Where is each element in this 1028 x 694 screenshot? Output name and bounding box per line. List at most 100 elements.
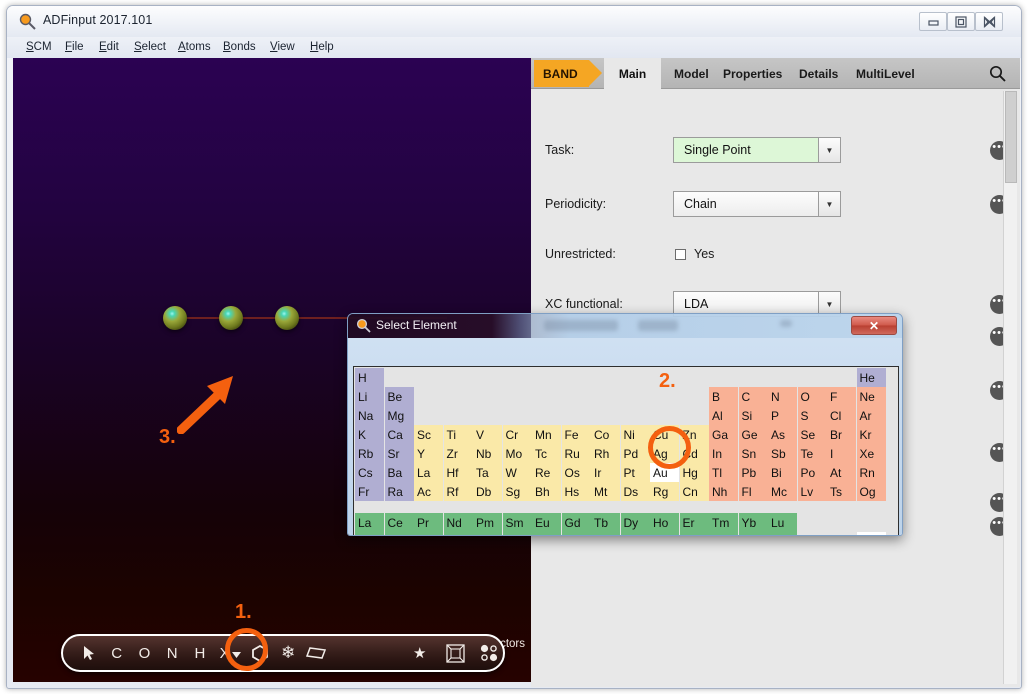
element-cell-i[interactable]: I — [827, 444, 856, 463]
maximize-button[interactable] — [947, 12, 975, 31]
element-cell-eu-f[interactable]: Eu — [532, 513, 561, 532]
element-cell-nh[interactable]: Nh — [709, 482, 738, 501]
minimize-button[interactable] — [919, 12, 947, 31]
element-cell-fr[interactable]: Fr — [355, 482, 384, 501]
element-cell-rh[interactable]: Rh — [591, 444, 620, 463]
element-cell-bh[interactable]: Bh — [532, 482, 561, 501]
element-cell-br[interactable]: Br — [827, 425, 856, 444]
panel-scrollbar-thumb[interactable] — [1005, 91, 1017, 183]
element-cell-be[interactable]: Be — [384, 387, 414, 406]
element-cell-ca[interactable]: Ca — [384, 425, 414, 444]
element-cell-ts[interactable]: Ts — [827, 482, 856, 501]
element-cell-y[interactable]: Y — [414, 444, 443, 463]
element-cell-cn[interactable]: Cn — [679, 482, 709, 501]
element-cell-pm-f[interactable]: Pm — [473, 513, 502, 532]
element-cell-la-f[interactable]: La — [355, 513, 384, 532]
tab-model[interactable]: Model — [674, 58, 709, 89]
element-cell-cm-f[interactable]: Cm — [561, 532, 591, 535]
element-cell-ac[interactable]: Ac — [414, 482, 443, 501]
element-cell-xe[interactable]: Xe — [856, 444, 886, 463]
element-cell-k[interactable]: K — [355, 425, 384, 444]
element-cell-nd-f[interactable]: Nd — [443, 513, 473, 532]
band-badge[interactable]: BAND — [534, 60, 602, 87]
element-cell-ge[interactable]: Ge — [738, 425, 768, 444]
panel-scrollbar[interactable] — [1003, 91, 1017, 684]
element-cell-h[interactable]: H — [355, 368, 384, 387]
element-cell-sm-f[interactable]: Sm — [502, 513, 532, 532]
element-cell-n[interactable]: N — [768, 387, 797, 406]
menu-item-view[interactable]: View — [270, 41, 295, 53]
element-cell-lr-f[interactable]: Lr — [768, 532, 797, 535]
element-cell-as[interactable]: As — [768, 425, 797, 444]
element-cell-ce-f[interactable]: Ce — [384, 513, 414, 532]
element-cell-am-f[interactable]: Am — [532, 532, 561, 535]
element-cell-bi[interactable]: Bi — [768, 463, 797, 482]
element-cell-cs[interactable]: Cs — [355, 463, 384, 482]
element-cell-o[interactable]: O — [797, 387, 827, 406]
element-cell-tc[interactable]: Tc — [532, 444, 561, 463]
element-cell-sr[interactable]: Sr — [384, 444, 414, 463]
element-cell-bk-f[interactable]: Bk — [591, 532, 620, 535]
element-cell-sg[interactable]: Sg — [502, 482, 532, 501]
element-cell-li[interactable]: Li — [355, 387, 384, 406]
atom-sphere[interactable] — [163, 306, 187, 330]
element-cell-yb-f[interactable]: Yb — [738, 513, 768, 532]
element-cell-he[interactable]: He — [856, 368, 886, 387]
element-cell-cf-f[interactable]: Cf — [620, 532, 650, 535]
element-cell-xx[interactable]: Xx — [856, 532, 886, 535]
star-tool[interactable]: ★ — [406, 636, 434, 670]
periodicity-combo[interactable]: Chain ▼ — [673, 191, 841, 217]
element-cell-ac-f[interactable]: Ac — [355, 532, 384, 535]
element-cell-db[interactable]: Db — [473, 482, 502, 501]
element-cell-cr[interactable]: Cr — [502, 425, 532, 444]
element-cell-in[interactable]: In — [709, 444, 738, 463]
element-cell-hf[interactable]: Hf — [443, 463, 473, 482]
element-cell-lv[interactable]: Lv — [797, 482, 827, 501]
element-cell-tb-f[interactable]: Tb — [591, 513, 620, 532]
element-cell-ds[interactable]: Ds — [620, 482, 650, 501]
plane-tool[interactable] — [302, 636, 330, 670]
tab-properties[interactable]: Properties — [723, 58, 782, 89]
menu-item-atoms[interactable]: Atoms — [178, 41, 211, 53]
element-cell-hs[interactable]: Hs — [561, 482, 591, 501]
element-cell-al[interactable]: Al — [709, 406, 738, 425]
element-cell-sb[interactable]: Sb — [768, 444, 797, 463]
element-cell-ga[interactable]: Ga — [709, 425, 738, 444]
element-cell-md-f[interactable]: Md — [709, 532, 738, 535]
element-cell-zr[interactable]: Zr — [443, 444, 473, 463]
element-cell-mn[interactable]: Mn — [532, 425, 561, 444]
element-cell-tl[interactable]: Tl — [709, 463, 738, 482]
element-cell-c[interactable]: C — [738, 387, 768, 406]
dialog-title-bar[interactable]: Select Element ✕ — [348, 314, 902, 338]
search-button[interactable] — [975, 58, 1020, 89]
task-combo[interactable]: Single Point ▼ — [673, 137, 841, 163]
element-cell-fm-f[interactable]: Fm — [679, 532, 709, 535]
menu-item-file[interactable]: File — [65, 41, 84, 53]
unrestricted-checkbox[interactable] — [675, 249, 686, 260]
element-cell-rf[interactable]: Rf — [443, 482, 473, 501]
element-cell-ho-f[interactable]: Ho — [650, 513, 679, 532]
element-cell-og[interactable]: Og — [856, 482, 886, 501]
chevron-down-icon[interactable]: ▼ — [818, 138, 840, 162]
element-cell-kr[interactable]: Kr — [856, 425, 886, 444]
element-cell-w[interactable]: W — [502, 463, 532, 482]
menu-item-select[interactable]: Select — [134, 41, 166, 53]
element-cell-f[interactable]: F — [827, 387, 856, 406]
element-cell-no-f[interactable]: No — [738, 532, 768, 535]
atom-sphere[interactable] — [275, 306, 299, 330]
element-cell-dy-f[interactable]: Dy — [620, 513, 650, 532]
element-cell-pd[interactable]: Pd — [620, 444, 650, 463]
menu-item-help[interactable]: Help — [310, 41, 334, 53]
element-cell-sn[interactable]: Sn — [738, 444, 768, 463]
element-cell-pt[interactable]: Pt — [620, 463, 650, 482]
element-cell-b[interactable]: B — [709, 387, 738, 406]
element-cell-tm-f[interactable]: Tm — [709, 513, 738, 532]
element-cell-ni[interactable]: Ni — [620, 425, 650, 444]
periodic-tool[interactable] — [475, 636, 503, 670]
element-cell-rb[interactable]: Rb — [355, 444, 384, 463]
atom-sphere[interactable] — [219, 306, 243, 330]
element-cell-pa-f[interactable]: Pa — [414, 532, 443, 535]
element-cell-si[interactable]: Si — [738, 406, 768, 425]
crystal-tool[interactable]: ❄ — [274, 636, 302, 670]
element-cell-pu-f[interactable]: Pu — [502, 532, 532, 535]
